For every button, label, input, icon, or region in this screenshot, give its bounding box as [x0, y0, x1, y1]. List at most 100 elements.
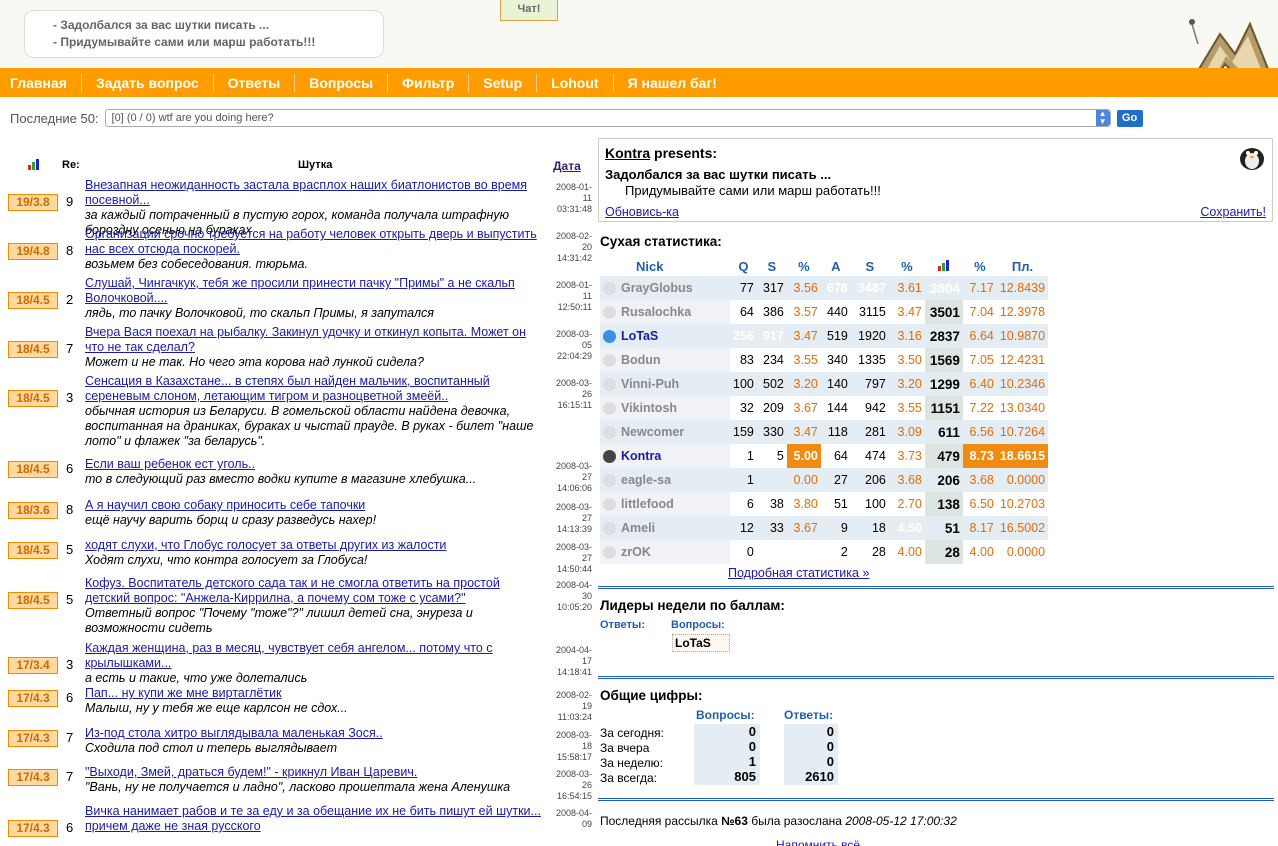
rank-chart-header[interactable]	[925, 256, 963, 276]
nav-report-bug[interactable]: Я нашел баг!	[628, 74, 731, 92]
joke-title-link[interactable]: ходят слухи, что Глобус голосует за отве…	[85, 538, 545, 553]
stats-cell: 1335	[858, 353, 886, 367]
joke-date: 2008-01- 11 03:31:48	[548, 182, 592, 215]
score-badge[interactable]: 17/4.3	[8, 769, 58, 786]
stats-column-header[interactable]: %	[889, 256, 925, 276]
user-nick-link[interactable]: Newcomer	[600, 420, 730, 444]
score-badge[interactable]: 17/3.4	[8, 657, 58, 674]
stats-column-header[interactable]: S	[851, 256, 889, 276]
stats-cell: 3.61	[888, 276, 925, 300]
nav-logout[interactable]: Lohout	[551, 73, 614, 92]
joke-title-link[interactable]: "Выходи, Змей, драться будем!" - крикнул…	[85, 765, 545, 780]
leaders-questions-winner[interactable]: LoTaS	[672, 634, 730, 652]
user-nick-link[interactable]: GrayGlobus	[600, 276, 730, 300]
stats-cell: 3.47	[897, 305, 922, 319]
remind-link[interactable]: Напомнить всё	[776, 838, 860, 846]
stats-row: Vinni-Puh 100 502 3.20 140 797 3.20 1299 6.40 10.…	[600, 372, 1049, 396]
stats-column-header[interactable]: %	[963, 256, 997, 276]
joke-title-link[interactable]: Внезапная неожиданность застала врасплох…	[85, 178, 545, 208]
user-nick-link[interactable]: Ameli	[600, 516, 730, 540]
user-nick-link[interactable]: Bodun	[600, 348, 730, 372]
score-badge[interactable]: 17/4.3	[8, 820, 58, 837]
user-nick-link[interactable]: eagle-sa	[600, 468, 730, 492]
score-badge[interactable]: 18/4.5	[8, 390, 58, 407]
save-link[interactable]: Сохранить!	[1200, 205, 1266, 219]
joke-date-part: 10:05:20	[556, 602, 592, 612]
presents-title: Kontra presents:	[605, 145, 1266, 161]
joke-title-link[interactable]: Из-под стола хитро выглядывала маленькая…	[85, 726, 545, 741]
joke-answer: ещё научу варить борщ и сразу разведусь …	[85, 513, 377, 527]
user-avatar-icon	[603, 354, 616, 368]
user-nick: Vikintosh	[621, 400, 678, 415]
user-nick-link[interactable]: Vikintosh	[600, 396, 730, 420]
stats-cell: 100	[730, 372, 757, 396]
joke-title-link[interactable]: Кофуз. Воспитатель детского сада так и н…	[85, 576, 545, 606]
user-nick-link[interactable]: LoTaS	[600, 324, 730, 348]
score-badge[interactable]: 18/4.5	[8, 341, 58, 358]
stats-cell: 1569	[924, 348, 963, 372]
nav-home[interactable]: Главная	[10, 73, 82, 92]
nav-setup[interactable]: Setup	[483, 73, 538, 92]
user-avatar-icon	[603, 330, 616, 344]
joke-date-part: 03:31:48	[556, 204, 592, 214]
bar-chart-icon[interactable]	[28, 159, 40, 173]
presents-author-link[interactable]: Kontra	[605, 145, 650, 161]
user-nick-link[interactable]: zrOK	[600, 540, 730, 564]
joke-title-link[interactable]: Слушай, Чингачкук, тебя же просили прине…	[85, 276, 545, 306]
score-badge[interactable]: 18/4.5	[8, 542, 58, 559]
refresh-link[interactable]: Обновись-ка	[605, 205, 679, 219]
penguin-icon	[1236, 141, 1268, 171]
detailed-stats-link[interactable]: Подробная статистика »	[728, 566, 869, 580]
stats-cell: 3487	[850, 276, 889, 300]
user-nick-link[interactable]: Kontra	[600, 444, 730, 468]
stats-column-header[interactable]: %	[787, 256, 821, 276]
date-column-sort[interactable]: Дата	[553, 159, 581, 173]
stats-cell: 10.7264	[996, 420, 1049, 444]
stats-column-header[interactable]: A	[821, 256, 851, 276]
score-badge[interactable]: 17/4.3	[8, 690, 58, 707]
stats-cell: 1151	[924, 396, 963, 420]
nav-filter[interactable]: Фильтр	[402, 73, 470, 92]
nav-questions[interactable]: Вопросы	[309, 73, 389, 92]
totals-row-label: За сегодня:	[600, 726, 664, 740]
joke-title-link[interactable]: Вичка нанимает рабов и те за еду и за об…	[85, 804, 545, 834]
joke-title-link[interactable]: А я научил свою собаку приносить себе та…	[85, 498, 545, 513]
stats-cell: 3.80	[793, 497, 818, 511]
joke-title-link[interactable]: Вчера Вася поехал на рыбалку. Закинул уд…	[85, 325, 545, 355]
user-nick-link[interactable]: Vinni-Puh	[600, 372, 730, 396]
stats-cell: 138	[924, 492, 963, 516]
score-badge[interactable]: 18/4.5	[8, 592, 58, 609]
recent-select[interactable]: [0] (0 / 0) wtf are you doing here? ▲ ▼	[104, 109, 1111, 127]
user-nick-link[interactable]: Rusalochka	[600, 300, 730, 324]
joke-title-link[interactable]: Каждая женщина, раз в месяц, чувствует с…	[85, 641, 545, 671]
select-arrows-icon[interactable]: ▲ ▼	[1095, 110, 1110, 126]
stats-column-header[interactable]: S	[757, 256, 787, 276]
score-badge[interactable]: 17/4.3	[8, 730, 58, 747]
stats-column-header[interactable]: Пл.	[997, 256, 1048, 276]
stats-cell: 7.04	[969, 305, 994, 319]
joke-title-link[interactable]: Пап... ну купи же мне виртаглётик	[85, 686, 545, 701]
joke-title-link[interactable]: Организации срочно требуется на работу ч…	[85, 227, 545, 257]
chat-button[interactable]: Чат!	[500, 0, 558, 21]
stats-cell: 234	[763, 353, 784, 367]
stats-cell: 10.2346	[996, 372, 1049, 396]
joke-title-link[interactable]: Сенсация в Казахстане... в степях был на…	[85, 374, 545, 404]
stats-column-header[interactable]: Q	[730, 256, 757, 276]
stats-cell: 3.47	[786, 420, 821, 444]
stats-column-header[interactable]: Nick	[600, 256, 730, 276]
score-badge[interactable]: 18/4.5	[8, 292, 58, 309]
nav-answers[interactable]: Ответы	[228, 73, 296, 92]
nav-ask-question[interactable]: Задать вопрос	[96, 73, 214, 92]
score-badge[interactable]: 19/3.8	[8, 194, 58, 211]
joke-answer: Малыш, ну у тебя же еще карлсон не сдох.…	[85, 701, 348, 715]
divider	[598, 676, 1274, 679]
stats-row: littlefood 6 38 3.80 51 100 2.70 138 6.50 10.2703	[600, 492, 1048, 516]
score-badge[interactable]: 19/4.8	[8, 243, 58, 260]
totals-questions-value: 0	[694, 724, 760, 740]
user-nick-link[interactable]: littlefood	[600, 492, 730, 516]
score-badge[interactable]: 18/4.5	[8, 461, 58, 478]
score-badge[interactable]: 18/3.6	[8, 502, 58, 519]
joke-title-link[interactable]: Если ваш ребенок ест уголь..	[85, 457, 545, 472]
go-button[interactable]: Go	[1116, 109, 1143, 127]
presents-box: Kontra presents: Задолбался за вас шутки…	[598, 138, 1273, 222]
